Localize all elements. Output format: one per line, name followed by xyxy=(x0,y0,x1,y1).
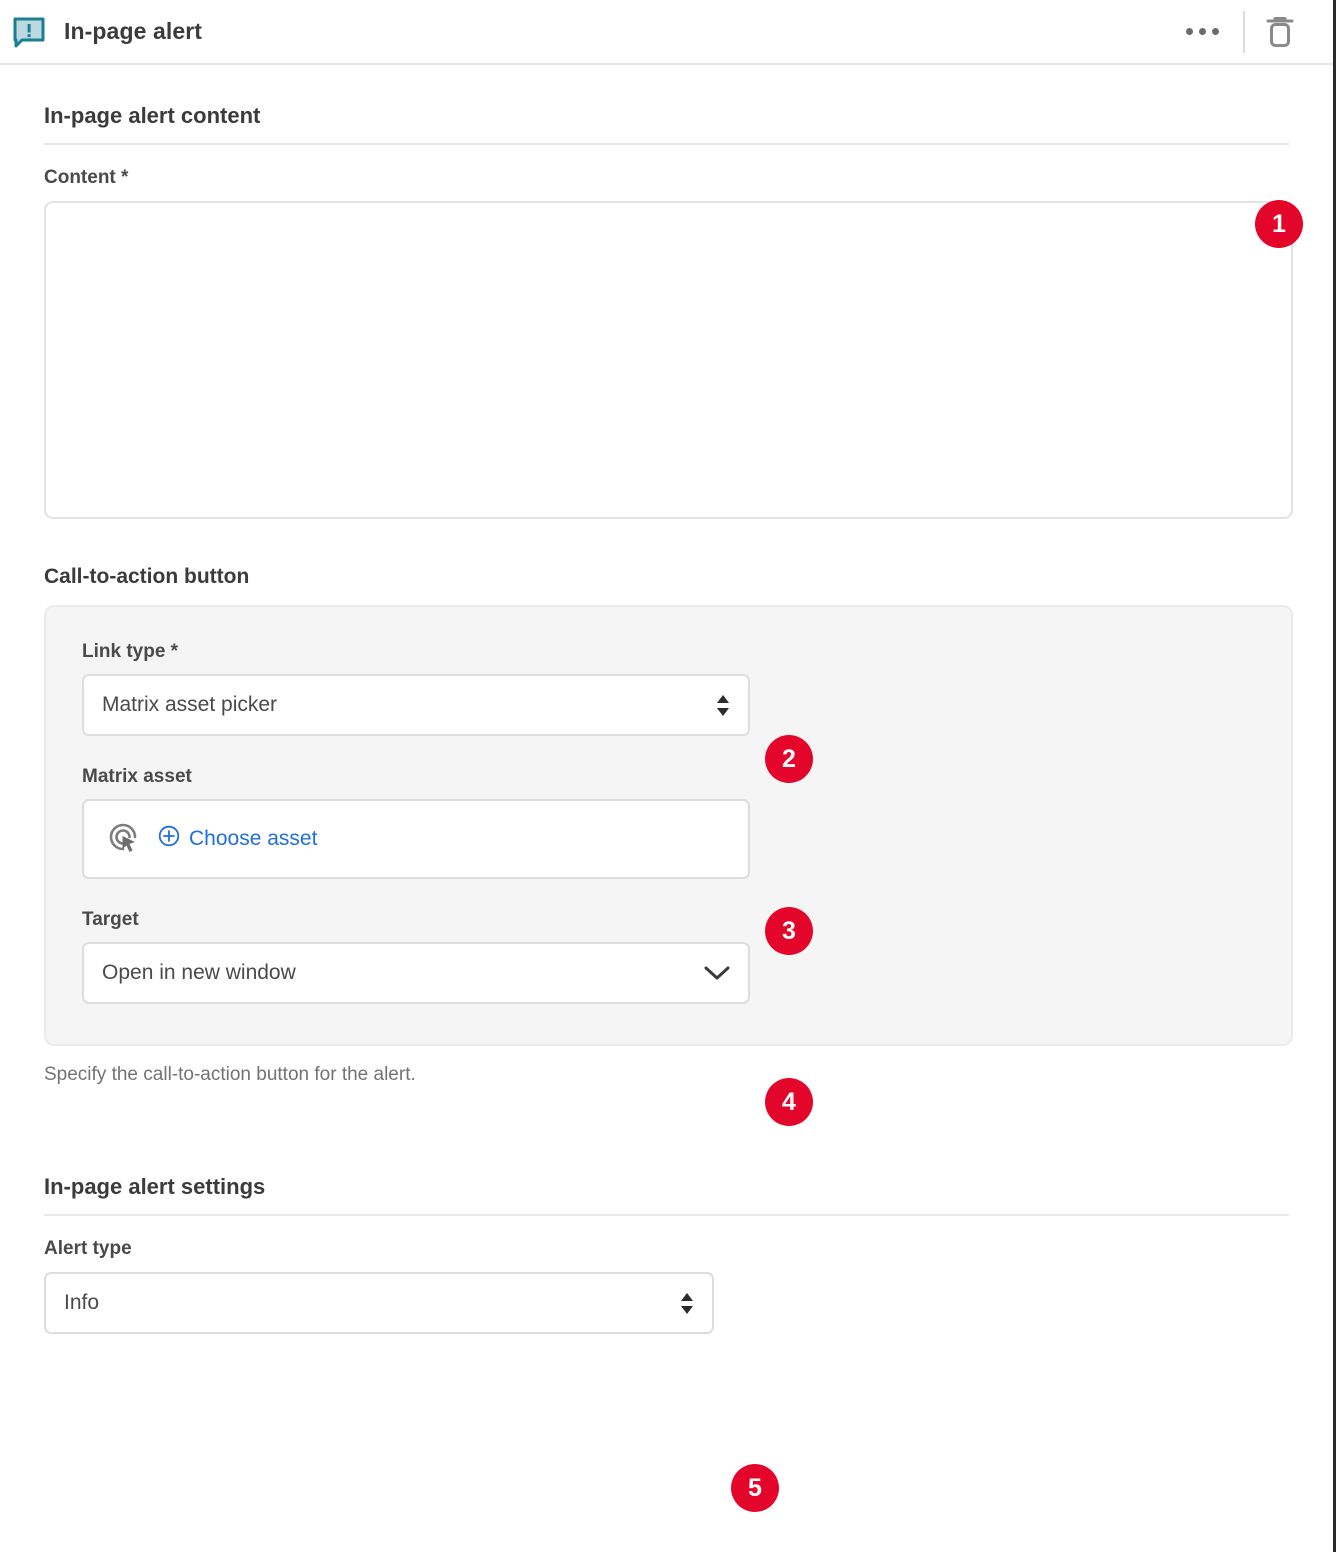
dot xyxy=(1212,28,1219,35)
page-frame: In-page alert In-page alert content Cont… xyxy=(0,0,1336,1552)
plus-circle-icon xyxy=(158,825,180,853)
content-field-label: Content * xyxy=(44,167,129,188)
header-divider xyxy=(1243,10,1245,53)
panel-header: In-page alert xyxy=(0,0,1333,65)
matrix-asset-field: Matrix asset Choose asset xyxy=(82,766,1255,879)
target-label: Target xyxy=(82,909,139,930)
choose-asset-button[interactable]: Choose asset xyxy=(158,825,317,853)
target-value: Open in new window xyxy=(102,961,296,984)
trash-icon[interactable] xyxy=(1259,11,1301,53)
callout-badge-5: 5 xyxy=(731,1464,779,1512)
section-heading-content: In-page alert content xyxy=(44,103,261,128)
callout-badge-2: 2 xyxy=(765,735,813,783)
section-heading-cta: Call-to-action button xyxy=(44,565,250,588)
header-left-group: In-page alert xyxy=(12,15,202,49)
link-type-value: Matrix asset picker xyxy=(102,693,278,716)
dot xyxy=(1199,28,1206,35)
matrix-asset-box[interactable]: Choose asset xyxy=(82,799,750,879)
panel-body: In-page alert content Content * Call-to-… xyxy=(0,65,1333,1334)
header-actions xyxy=(1168,10,1309,53)
alert-type-label: Alert type xyxy=(44,1238,132,1259)
chevron-down-icon xyxy=(704,965,730,981)
link-type-select[interactable]: Matrix asset picker xyxy=(82,674,750,736)
matrix-asset-label: Matrix asset xyxy=(82,766,192,787)
content-textarea[interactable] xyxy=(44,201,1293,519)
section-heading-settings: In-page alert settings xyxy=(44,1174,266,1199)
link-type-label: Link type * xyxy=(82,641,179,662)
updown-arrows-icon xyxy=(716,694,730,716)
dot xyxy=(1186,28,1193,35)
cta-helper-text: Specify the call-to-action button for th… xyxy=(44,1064,416,1085)
alert-type-value: Info xyxy=(64,1291,100,1314)
callout-badge-4: 4 xyxy=(765,1078,813,1126)
section-divider xyxy=(44,1214,1289,1216)
content-field-row xyxy=(44,201,1293,519)
asset-picker-target-icon xyxy=(104,818,142,861)
alert-type-select[interactable]: Info xyxy=(44,1272,714,1334)
more-options-icon[interactable] xyxy=(1168,18,1237,45)
page-title: In-page alert xyxy=(64,18,203,44)
callout-badge-1: 1 xyxy=(1255,200,1303,248)
target-select[interactable]: Open in new window xyxy=(82,942,750,1004)
link-type-field: Link type * Matrix asset picker xyxy=(82,641,1255,736)
section-divider xyxy=(44,143,1289,145)
choose-asset-label: Choose asset xyxy=(189,827,318,850)
target-field: Target Open in new window xyxy=(82,909,1255,1004)
updown-arrows-icon xyxy=(680,1292,694,1314)
cta-panel: Link type * Matrix asset picker Matrix a… xyxy=(44,605,1293,1046)
callout-badge-3: 3 xyxy=(765,907,813,955)
alert-speech-bubble-icon xyxy=(12,15,46,49)
